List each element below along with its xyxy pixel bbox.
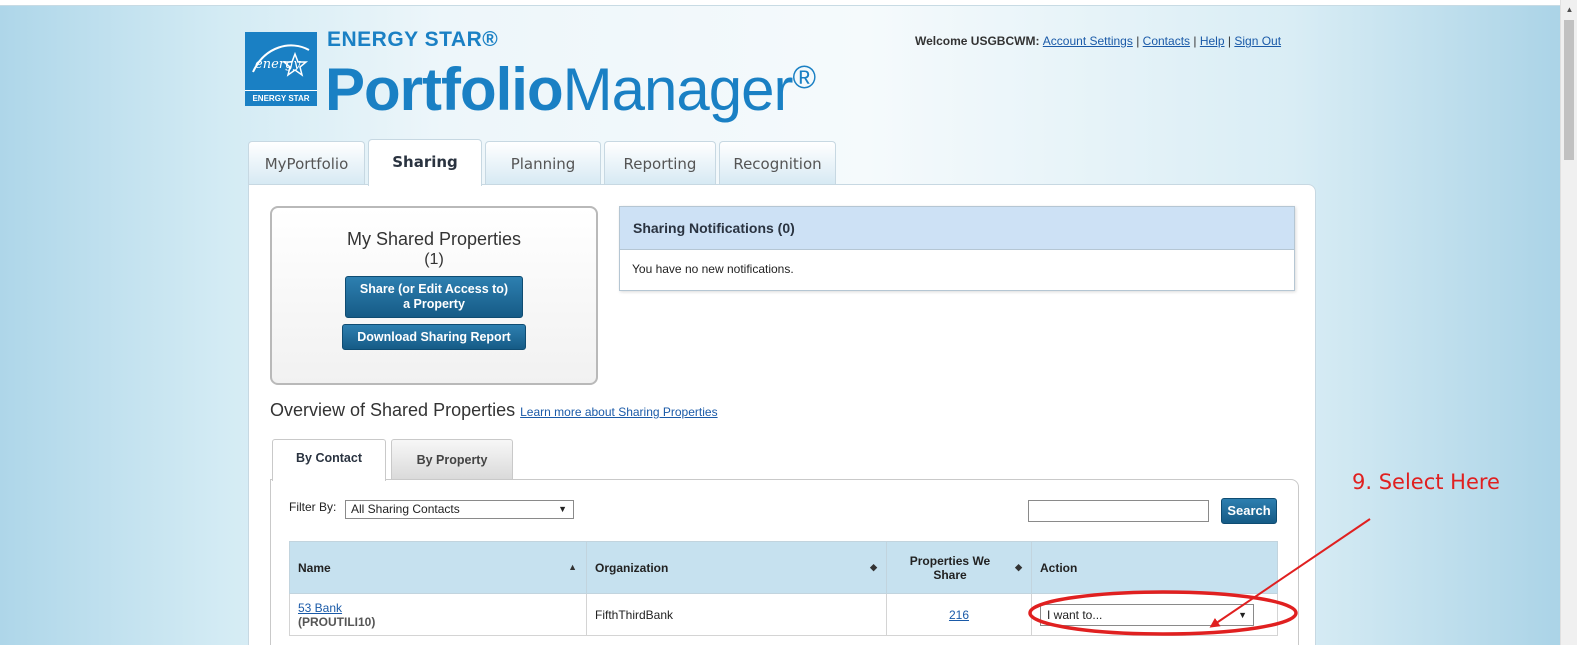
column-label: Name xyxy=(298,560,331,575)
top-user-links: Welcome USGBCWM: Account Settings | Cont… xyxy=(915,34,1281,48)
notifications-title: Sharing Notifications (0) xyxy=(620,207,1294,250)
contact-name-link[interactable]: 53 Bank xyxy=(298,601,342,615)
learn-more-link[interactable]: Learn more about Sharing Properties xyxy=(520,405,717,419)
brand-light: Manager xyxy=(562,56,794,123)
table-header-row: Name ▲ Organization ◆ Properties We Shar… xyxy=(289,541,1278,594)
column-label: Action xyxy=(1040,560,1078,575)
sort-ascending-icon: ▲ xyxy=(568,562,577,572)
top-border xyxy=(0,0,1577,6)
tab-myportfolio[interactable]: MyPortfolio xyxy=(248,141,365,185)
sort-icon: ◆ xyxy=(870,562,877,572)
energy-star-swoosh-icon: energy xyxy=(252,44,310,77)
column-header-organization[interactable]: Organization ◆ xyxy=(586,541,887,594)
tab-sharing[interactable]: Sharing xyxy=(368,139,482,186)
tab-by-contact[interactable]: By Contact xyxy=(272,439,386,481)
share-button-line2: a Property xyxy=(403,297,465,311)
share-button-line1: Share (or Edit Access to) xyxy=(359,282,509,296)
annotation-label: 9. Select Here xyxy=(1352,470,1500,494)
properties-count-link[interactable]: 216 xyxy=(949,608,969,622)
sort-icon: ◆ xyxy=(1015,562,1022,572)
energy-star-badge-text: ENERGY STAR xyxy=(245,90,317,106)
tab-planning[interactable]: Planning xyxy=(485,141,601,185)
overview-heading: Overview of Shared Properties Learn more… xyxy=(270,400,718,421)
vertical-scrollbar[interactable]: ▲ xyxy=(1560,0,1577,645)
tab-by-property[interactable]: By Property xyxy=(391,439,513,479)
cell-name: 53 Bank (PROUTILI10) xyxy=(289,593,587,636)
scroll-thumb[interactable] xyxy=(1564,20,1574,160)
contacts-link[interactable]: Contacts xyxy=(1143,34,1190,48)
filter-selected-value: All Sharing Contacts xyxy=(351,502,460,516)
link-separator: | xyxy=(1193,34,1197,48)
my-shared-properties-box: My Shared Properties (1) Share (or Edit … xyxy=(270,206,598,385)
tab-recognition[interactable]: Recognition xyxy=(719,141,836,185)
share-property-button[interactable]: Share (or Edit Access to) a Property xyxy=(345,276,523,318)
search-input[interactable] xyxy=(1028,500,1209,522)
filter-row: Filter By: All Sharing Contacts ▼ xyxy=(289,500,574,519)
notifications-body: You have no new notifications. xyxy=(632,262,794,276)
chevron-down-icon: ▼ xyxy=(1238,609,1247,620)
sharing-panel: My Shared Properties (1) Share (or Edit … xyxy=(248,184,1316,645)
link-separator: | xyxy=(1227,34,1231,48)
action-selected-value: I want to... xyxy=(1047,607,1103,622)
shared-properties-title: My Shared Properties xyxy=(346,229,522,249)
action-select[interactable]: I want to... ▼ xyxy=(1040,603,1254,626)
energy-star-badge: energy ENERGY STAR xyxy=(245,32,317,106)
link-separator: | xyxy=(1136,34,1140,48)
contact-account-id: (PROUTILI10) xyxy=(298,614,376,629)
download-sharing-report-button[interactable]: Download Sharing Report xyxy=(342,324,526,350)
cell-action: I want to... ▼ xyxy=(1031,593,1278,636)
by-contact-panel: Filter By: All Sharing Contacts ▼ Search… xyxy=(270,479,1299,645)
shared-properties-count: (1) xyxy=(424,251,444,268)
search-button[interactable]: Search xyxy=(1221,498,1277,524)
column-header-name[interactable]: Name ▲ xyxy=(289,541,587,594)
column-label: Organization xyxy=(595,560,669,575)
brand-mark: ® xyxy=(792,59,816,95)
scroll-up-arrow-icon[interactable]: ▲ xyxy=(1561,4,1577,16)
overview-title: Overview of Shared Properties xyxy=(270,400,516,420)
chevron-down-icon: ▼ xyxy=(558,504,567,514)
cell-properties: 216 xyxy=(886,593,1032,636)
sharing-notifications-box: Sharing Notifications (0) You have no ne… xyxy=(619,206,1295,291)
column-label: Properties We Share xyxy=(909,553,991,582)
tab-reporting[interactable]: Reporting xyxy=(604,141,716,185)
help-link[interactable]: Help xyxy=(1200,34,1225,48)
filter-select[interactable]: All Sharing Contacts ▼ xyxy=(345,500,574,519)
filter-label: Filter By: xyxy=(289,500,337,514)
welcome-text: Welcome USGBCWM: xyxy=(915,34,1040,48)
cell-organization: FifthThirdBank xyxy=(586,593,887,636)
sign-out-link[interactable]: Sign Out xyxy=(1234,34,1281,48)
column-header-properties[interactable]: Properties We Share ◆ xyxy=(886,541,1032,594)
energy-star-logo[interactable]: energy ENERGY STAR ENERGY STAR ® Portfoli… xyxy=(245,28,816,123)
column-header-action: Action xyxy=(1031,541,1278,594)
brand-bold: Portfolio xyxy=(325,56,564,123)
table-row: 53 Bank (PROUTILI10) FifthThirdBank 216 … xyxy=(289,593,1278,636)
brand-main-text: PortfolioManager® xyxy=(325,44,816,123)
account-settings-link[interactable]: Account Settings xyxy=(1043,34,1133,48)
shared-contacts-table: Name ▲ Organization ◆ Properties We Shar… xyxy=(289,541,1278,636)
